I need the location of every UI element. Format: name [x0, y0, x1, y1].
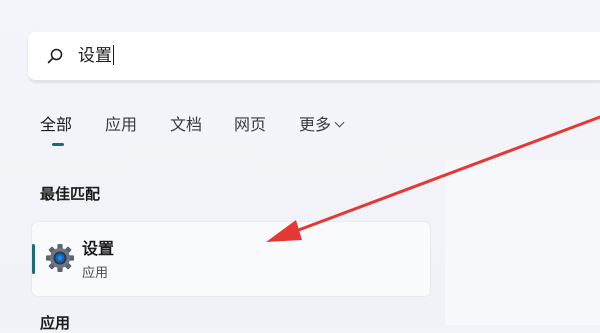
tab-label: 全部 [40, 115, 73, 134]
tab-label: 应用 [105, 115, 138, 134]
tab-more[interactable]: 更多 [299, 114, 345, 136]
result-type: 应用 [82, 266, 109, 281]
search-query: 设置 [78, 46, 112, 66]
selection-indicator [32, 244, 35, 274]
search-box[interactable]: 设置 [28, 32, 600, 82]
settings-gear-icon [46, 244, 74, 272]
best-match-result[interactable]: 设置 应用 [32, 222, 430, 296]
best-match-heading: 最佳匹配 [40, 185, 101, 203]
chevron-down-icon [334, 117, 345, 128]
tab-documents[interactable]: 文档 [170, 114, 202, 136]
tab-all[interactable]: 全部 [40, 114, 72, 136]
tab-label: 文档 [170, 115, 203, 134]
active-tab-indicator [52, 143, 64, 146]
tab-apps[interactable]: 应用 [105, 114, 137, 136]
tab-label: 更多 [299, 115, 332, 134]
apps-section-heading: 应用 [40, 314, 71, 332]
tab-label: 网页 [234, 115, 267, 134]
result-name: 设置 [82, 239, 115, 258]
search-input[interactable]: 设置 [78, 45, 114, 67]
search-icon [47, 48, 63, 64]
tab-web[interactable]: 网页 [234, 114, 266, 136]
preview-pane [445, 160, 600, 325]
text-caret [113, 45, 114, 65]
start-search-panel: 设置 全部 应用 文档 网页 更多 最佳匹配 设置 应用 应用 [0, 0, 600, 332]
